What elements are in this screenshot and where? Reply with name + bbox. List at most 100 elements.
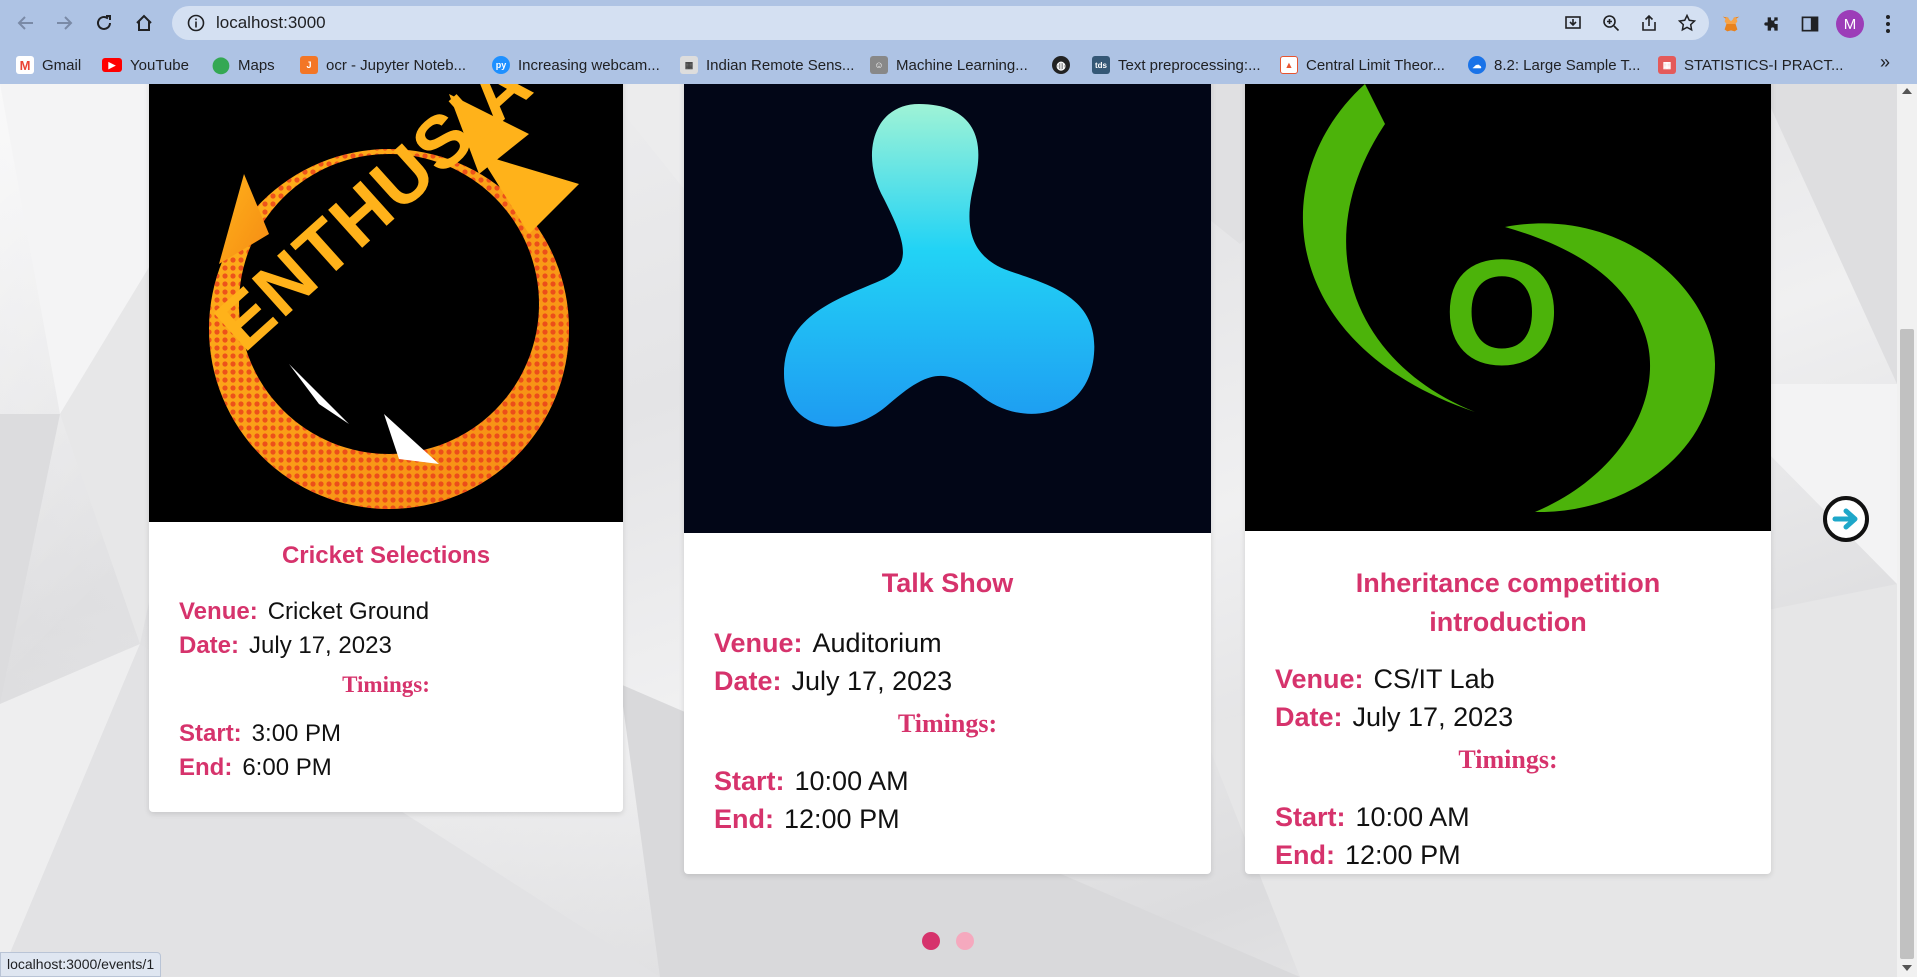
start-row: Start: 10:00 AM bbox=[714, 766, 909, 797]
forward-button[interactable] bbox=[50, 10, 78, 36]
info-icon[interactable] bbox=[186, 13, 206, 33]
bookmark-label: Maps bbox=[238, 56, 275, 74]
timings-heading: Timings: bbox=[342, 672, 430, 697]
arrow-left-icon bbox=[17, 16, 33, 30]
date-value: July 17, 2023 bbox=[791, 666, 953, 696]
arrow-right-circle-icon bbox=[1832, 508, 1858, 530]
bookmark-text-preprocessing[interactable]: tds Text preprocessing:... bbox=[1092, 53, 1261, 77]
bookmark-gmail[interactable]: M Gmail bbox=[16, 53, 81, 77]
end-row: End: 6:00 PM bbox=[179, 754, 332, 782]
maps-icon: ⬤ bbox=[212, 57, 230, 74]
bookmark-central-limit[interactable]: ▲ Central Limit Theor... bbox=[1280, 53, 1445, 77]
venue-row: Venue: Auditorium bbox=[714, 628, 942, 659]
scroll-thumb[interactable] bbox=[1900, 329, 1914, 959]
green-ring-logo-text: O bbox=[1444, 228, 1561, 396]
cloud-icon: ☁ bbox=[1468, 56, 1486, 74]
browser-menu-button[interactable] bbox=[1878, 11, 1898, 37]
install-app-button[interactable] bbox=[1561, 11, 1585, 35]
event-title[interactable]: Cricket Selections bbox=[149, 542, 623, 570]
install-icon bbox=[1565, 16, 1581, 29]
event-image-talk-show bbox=[684, 84, 1211, 533]
bookmark-label: STATISTICS-I PRACT... bbox=[1684, 56, 1844, 74]
document-icon: ▦ bbox=[680, 56, 698, 74]
grid-icon: ▦ bbox=[1658, 56, 1676, 74]
globe-icon: ◍ bbox=[1052, 56, 1070, 74]
date-value: July 17, 2023 bbox=[249, 632, 392, 659]
browser-chrome: localhost:3000 M M Gmail ▶ YouTube ⬤ Map… bbox=[0, 0, 1917, 84]
event-title[interactable]: Talk Show bbox=[684, 568, 1211, 599]
home-button[interactable] bbox=[130, 10, 158, 36]
scroll-up-arrow-icon[interactable] bbox=[1902, 88, 1912, 94]
bookmark-webcam[interactable]: py Increasing webcam... bbox=[492, 53, 660, 77]
carousel-dot-1[interactable] bbox=[922, 932, 940, 950]
zoom-button[interactable] bbox=[1599, 11, 1623, 35]
venue-row: Venue: CS/IT Lab bbox=[1275, 664, 1495, 695]
carousel-next-button[interactable] bbox=[1823, 496, 1869, 542]
end-row: End: 12:00 PM bbox=[1275, 840, 1461, 871]
bookmark-large-sample[interactable]: ☁ 8.2: Large Sample T... bbox=[1468, 53, 1640, 77]
bookmark-jupyter[interactable]: J ocr - Jupyter Noteb... bbox=[300, 53, 466, 77]
page-scrollbar[interactable] bbox=[1897, 84, 1917, 977]
cap-icon: ▲ bbox=[1280, 56, 1298, 74]
link-status-bar: localhost:3000/events/1 bbox=[0, 952, 162, 977]
fox-icon bbox=[1722, 16, 1740, 32]
bookmark-maps[interactable]: ⬤ Maps bbox=[212, 53, 275, 77]
timings-heading: Timings: bbox=[1458, 745, 1558, 774]
venue-value: Cricket Ground bbox=[267, 598, 430, 625]
bookmark-globe[interactable]: ◍ bbox=[1052, 53, 1078, 77]
bookmark-statistics[interactable]: ▦ STATISTICS-I PRACT... bbox=[1658, 53, 1843, 77]
end-value: 12:00 PM bbox=[1345, 840, 1461, 870]
metamask-extension[interactable] bbox=[1717, 10, 1745, 38]
tri-blob-logo bbox=[684, 84, 1211, 533]
scroll-down-arrow-icon[interactable] bbox=[1902, 965, 1912, 971]
address-bar-actions bbox=[1561, 11, 1699, 35]
bookmark-remote-sensing[interactable]: ▦ Indian Remote Sens... bbox=[680, 53, 854, 77]
bookmark-youtube[interactable]: ▶ YouTube bbox=[102, 53, 189, 77]
person-icon: ☺ bbox=[870, 56, 888, 74]
browser-toolbar: localhost:3000 M bbox=[0, 0, 1917, 46]
event-image-enthusia: ENTHUSIA bbox=[149, 84, 623, 522]
event-card-talk-show[interactable]: Talk Show Venue: Auditorium Date: July 1… bbox=[684, 84, 1211, 874]
page-viewport: ENTHUSIA Cricket Selections Venue: Crick… bbox=[0, 84, 1897, 977]
start-label: Start: bbox=[179, 720, 242, 747]
puzzle-icon bbox=[1764, 17, 1778, 31]
date-label: Date: bbox=[714, 666, 782, 696]
bookmark-label: Indian Remote Sens... bbox=[706, 56, 855, 74]
pyimagesearch-icon: py bbox=[492, 56, 510, 74]
bookmark-label: Text preprocessing:... bbox=[1118, 56, 1261, 74]
start-row: Start: 3:00 PM bbox=[179, 720, 341, 748]
zoom-icon bbox=[1603, 15, 1620, 32]
venue-row: Venue: Cricket Ground bbox=[179, 598, 429, 626]
carousel-dot-2[interactable] bbox=[956, 932, 974, 950]
event-card-inheritance-competition[interactable]: O Inheritance competition introduction V… bbox=[1245, 84, 1771, 874]
bookmark-machine-learning[interactable]: ☺ Machine Learning... bbox=[870, 53, 1028, 77]
date-label: Date: bbox=[179, 632, 240, 659]
home-icon bbox=[136, 14, 152, 31]
venue-value: CS/IT Lab bbox=[1373, 664, 1495, 694]
address-bar[interactable]: localhost:3000 bbox=[172, 6, 1709, 40]
extensions-button[interactable] bbox=[1757, 10, 1785, 38]
bookmark-label: ocr - Jupyter Noteb... bbox=[326, 56, 467, 74]
event-card-cricket-selections[interactable]: ENTHUSIA Cricket Selections Venue: Crick… bbox=[149, 84, 623, 812]
reload-icon bbox=[97, 15, 111, 30]
share-button[interactable] bbox=[1637, 11, 1661, 35]
side-panel-button[interactable] bbox=[1796, 10, 1824, 38]
profile-avatar[interactable]: M bbox=[1836, 10, 1864, 38]
start-row: Start: 10:00 AM bbox=[1275, 802, 1470, 833]
reload-button[interactable] bbox=[90, 10, 118, 36]
bookmark-label: Central Limit Theor... bbox=[1306, 56, 1445, 74]
bookmarks-overflow-button[interactable]: » bbox=[1880, 52, 1890, 73]
share-icon bbox=[1642, 14, 1656, 31]
start-value: 3:00 PM bbox=[251, 720, 342, 747]
start-value: 10:00 AM bbox=[1355, 802, 1470, 832]
start-label: Start: bbox=[714, 766, 785, 796]
start-label: Start: bbox=[1275, 802, 1346, 832]
back-button[interactable] bbox=[12, 10, 40, 36]
bookmark-label: Machine Learning... bbox=[896, 56, 1028, 74]
end-value: 6:00 PM bbox=[242, 754, 332, 781]
url-text[interactable]: localhost:3000 bbox=[216, 13, 326, 33]
end-value: 12:00 PM bbox=[784, 804, 900, 834]
event-title[interactable]: Inheritance competition introduction bbox=[1245, 564, 1771, 642]
bookmark-star-button[interactable] bbox=[1675, 11, 1699, 35]
timings-heading: Timings: bbox=[897, 709, 998, 738]
